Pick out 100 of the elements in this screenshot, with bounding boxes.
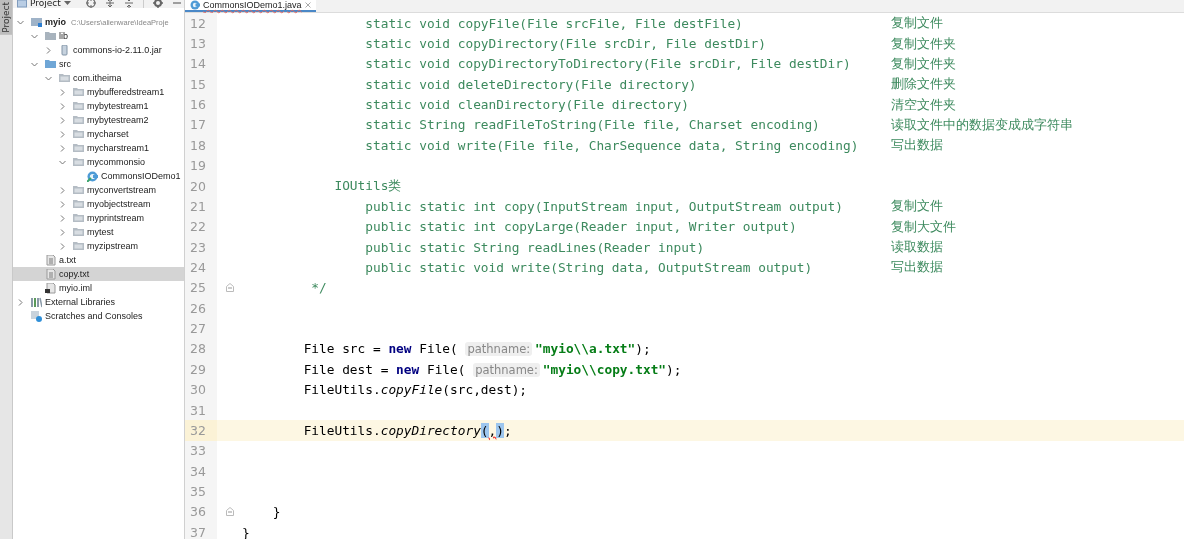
chevron-right-icon[interactable] — [59, 144, 66, 152]
tree-item[interactable]: myzipstream — [13, 239, 184, 253]
chevron-right-icon[interactable] — [45, 46, 52, 54]
code-text: ); — [666, 361, 682, 377]
code-text: File src = — [302, 341, 382, 357]
target-icon[interactable] — [86, 0, 96, 8]
chevron-right-icon[interactable] — [59, 214, 66, 222]
class-icon — [190, 0, 200, 10]
method-name: copyFile — [380, 382, 443, 398]
tree-item[interactable]: myconvertstream — [13, 183, 184, 197]
matched-paren[interactable]: ( — [480, 422, 489, 438]
chevron-down-icon[interactable] — [31, 32, 38, 40]
tree-item[interactable]: src — [13, 57, 184, 71]
line-number: 27 — [185, 318, 217, 339]
line-number: 36 — [185, 501, 217, 522]
tree-item[interactable]: CommonsIODemo1 — [13, 169, 184, 183]
chevron-down-icon[interactable] — [17, 18, 24, 26]
comment-note: 复制文件 — [891, 197, 943, 216]
chevron-right-icon[interactable] — [59, 242, 66, 250]
folder-icon — [73, 156, 84, 168]
comment-note: 复制文件 — [891, 14, 943, 33]
code-comment: public static void write(String data, OutputStream output) — [364, 260, 813, 275]
tree-item[interactable]: com.itheima — [13, 71, 184, 85]
chevron-right-icon[interactable] — [59, 186, 66, 194]
line-number: 14 — [185, 53, 217, 75]
file-tab[interactable]: CommonsIODemo1.java — [185, 0, 316, 12]
folder-icon — [73, 226, 84, 238]
close-icon[interactable] — [304, 2, 311, 8]
chevron-right-icon[interactable] — [59, 228, 66, 236]
chevron-right-icon[interactable] — [17, 298, 24, 306]
chevron-right-icon[interactable] — [59, 116, 66, 124]
expand-all-icon[interactable] — [105, 0, 115, 8]
code-comment: static void copyDirectory(File srcDir, File destDir) — [364, 36, 766, 52]
code-text: File dest = — [302, 361, 390, 377]
panel-icon — [17, 0, 27, 8]
comment-note: 写出数据 — [891, 136, 943, 155]
chevron-down-icon[interactable] — [45, 74, 52, 82]
code-comment: public static String readLines(Reader input) — [364, 239, 705, 255]
tree-item[interactable]: myprintstream — [13, 211, 184, 225]
tree-item[interactable]: External Libraries — [13, 295, 184, 309]
tree-item[interactable]: copy.txt — [13, 267, 184, 281]
folder-icon — [73, 198, 84, 210]
fold-marker-icon[interactable] — [225, 507, 234, 517]
line-number: 25 — [185, 277, 217, 299]
collapse-all-icon[interactable] — [124, 0, 134, 8]
text-file-icon — [45, 254, 56, 266]
line-number: 34 — [185, 460, 217, 482]
code-comment: public static int copyLarge(Reader input, Writer output) — [364, 219, 797, 235]
chevron-right-icon[interactable] — [59, 88, 66, 96]
comment-note: 读取文件中的数据变成成字符串 — [891, 115, 1073, 134]
code-text: File( — [418, 341, 459, 357]
line-number: 20 — [185, 175, 217, 197]
code-text: FileUtils. — [302, 382, 381, 398]
tree-item[interactable]: mycommonsio — [13, 155, 184, 169]
line-number: 29 — [185, 359, 217, 380]
comment-note: 删除文件夹 — [891, 75, 956, 94]
code-text: (src,dest); — [442, 382, 528, 398]
text-file-icon — [45, 268, 56, 280]
code-text: ); — [635, 341, 651, 357]
tree-item[interactable]: Scratches and Consoles — [13, 309, 184, 323]
tree-item[interactable]: mycharstream1 — [13, 141, 184, 155]
tree-item[interactable]: commons-io-2.11.0.jar — [13, 43, 184, 57]
fold-marker-icon[interactable] — [225, 283, 234, 293]
line-number: 35 — [185, 481, 217, 502]
tree-item[interactable]: mybytestream2 — [13, 113, 184, 127]
project-tool-tab[interactable]: Project — [0, 0, 12, 35]
error-token[interactable]: , — [488, 422, 497, 438]
code-text: FileUtils. — [302, 422, 381, 438]
chevron-right-icon[interactable] — [59, 102, 66, 110]
string-literal: "myio\\copy.txt" — [542, 361, 667, 377]
code-comment: static void deleteDirectory(File directory) — [364, 76, 697, 92]
chevron-right-icon[interactable] — [59, 130, 66, 138]
chevron-down-icon[interactable] — [31, 60, 38, 68]
line-number: 22 — [185, 216, 217, 237]
code-comment: static void cleanDirectory(File directory) — [364, 97, 689, 113]
tree-item[interactable]: mybufferedstream1 — [13, 85, 184, 99]
tree-item[interactable]: mytest — [13, 225, 184, 239]
settings-icon[interactable] — [153, 0, 163, 8]
chevron-down-icon[interactable] — [59, 158, 66, 166]
tree-item[interactable]: lib — [13, 29, 184, 43]
folder-icon — [73, 212, 84, 224]
tree-item[interactable]: myobjectstream — [13, 197, 184, 211]
parameter-hint: pathname: — [465, 342, 533, 357]
folder-icon — [73, 128, 84, 140]
scratches-icon — [31, 310, 42, 322]
line-number: 32 — [185, 420, 217, 441]
keyword: new — [388, 341, 412, 357]
tree-item[interactable]: a.txt — [13, 253, 184, 267]
matched-paren[interactable]: ) — [496, 422, 504, 438]
comment-note: 读取数据 — [891, 238, 943, 257]
parameter-hint: pathname: — [473, 362, 540, 377]
class-icon — [87, 170, 98, 182]
tree-item[interactable]: mycharset — [13, 127, 184, 141]
line-number: 18 — [185, 135, 217, 156]
tree-item[interactable]: myio.iml — [13, 281, 184, 295]
line-number: 17 — [185, 114, 217, 136]
chevron-right-icon[interactable] — [59, 200, 66, 208]
tree-item[interactable]: mybytestream1 — [13, 99, 184, 113]
code-comment: IOUtils类 — [333, 177, 402, 193]
line-number: 12 — [185, 13, 217, 34]
